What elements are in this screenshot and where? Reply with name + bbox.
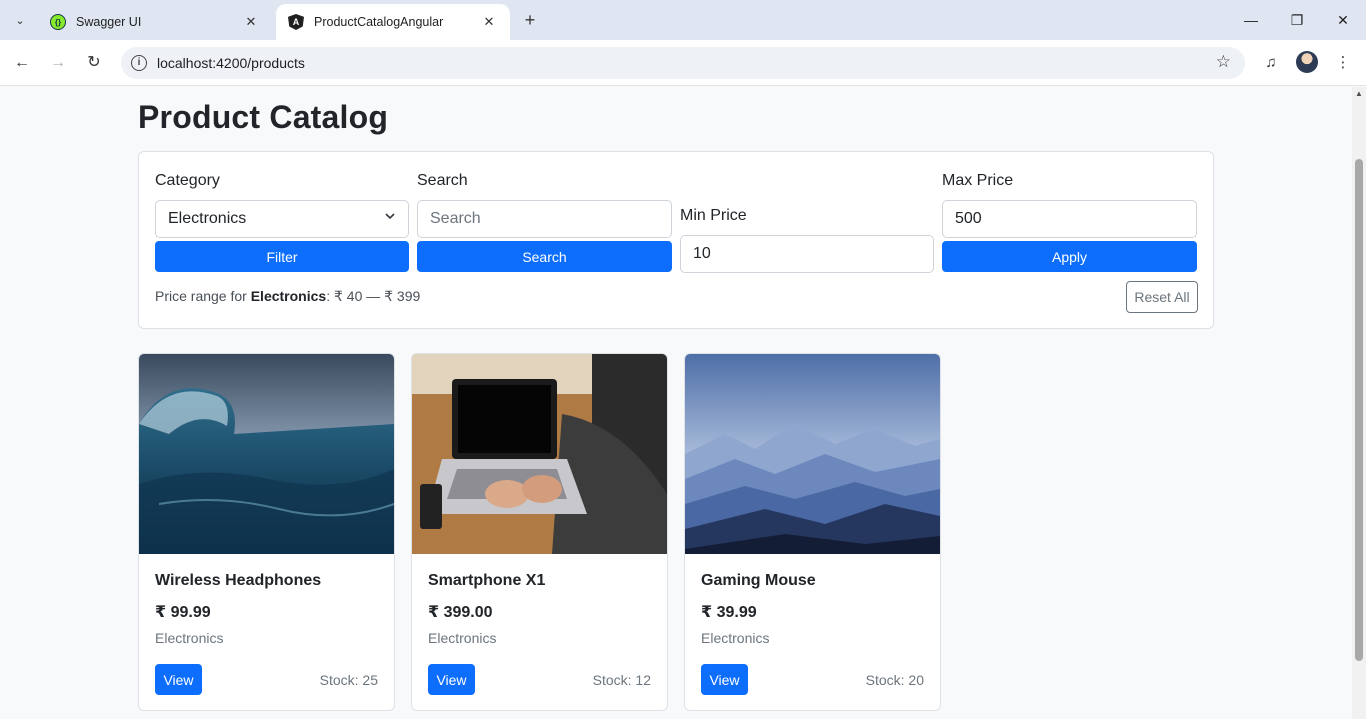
min-price-input[interactable]: 10 (680, 235, 934, 273)
max-price-input[interactable]: 500 (942, 200, 1197, 238)
misty-mountains-image (685, 354, 940, 554)
tab-title: ProductCatalogAngular (314, 15, 444, 29)
category-label: Category (155, 172, 220, 189)
search-label: Search (417, 172, 468, 189)
forward-icon[interactable]: → (46, 51, 70, 75)
product-name: Gaming Mouse (701, 572, 816, 589)
product-name: Smartphone X1 (428, 572, 546, 589)
scroll-up-arrow-icon[interactable]: ▲ (1355, 89, 1363, 98)
minimize-icon[interactable]: — (1239, 8, 1263, 32)
page-viewport: Product Catalog Category Electronics Fil… (0, 87, 1352, 719)
tab-search-chevron-icon[interactable]: ⌄ (8, 8, 32, 32)
restore-icon[interactable]: ❐ (1285, 8, 1309, 32)
more-menu-icon[interactable]: ⋮ (1331, 51, 1355, 75)
browser-toolbar: ← → ↻ i localhost:4200/products ☆ ♫ ⋮ (0, 40, 1366, 86)
profile-avatar[interactable] (1296, 51, 1318, 73)
new-tab-icon[interactable]: + (520, 10, 540, 30)
filter-button[interactable]: Filter (155, 241, 409, 272)
reset-all-button[interactable]: Reset All (1126, 281, 1198, 313)
url-text[interactable]: localhost:4200/products (157, 55, 305, 71)
vertical-scrollbar[interactable]: ▲ (1352, 87, 1366, 719)
reload-icon[interactable]: ↻ (82, 51, 106, 75)
product-price: ₹ 99.99 (155, 604, 211, 621)
price-range-values: : ₹ 40 — ₹ 399 (326, 288, 421, 304)
min-price-label: Min Price (680, 207, 747, 224)
product-stock: Stock: 25 (319, 672, 378, 688)
product-stock: Stock: 12 (592, 672, 651, 688)
close-icon[interactable]: ✕ (480, 14, 498, 30)
search-button[interactable]: Search (417, 241, 672, 272)
product-name: Wireless Headphones (155, 572, 322, 589)
apply-button[interactable]: Apply (942, 241, 1197, 272)
close-window-icon[interactable]: ✕ (1331, 8, 1355, 32)
product-stock: Stock: 20 (865, 672, 924, 688)
product-price: ₹ 39.99 (701, 604, 757, 621)
media-controls-icon[interactable]: ♫ (1259, 51, 1283, 75)
tab-title: Swagger UI (76, 15, 142, 29)
product-card: Wireless Headphones ₹ 99.99 Electronics … (138, 353, 395, 711)
max-price-label: Max Price (942, 172, 1014, 189)
angular-icon: A (288, 14, 304, 30)
site-info-icon[interactable]: i (131, 55, 147, 71)
back-icon[interactable]: ← (10, 51, 34, 75)
category-selected-value: Electronics (168, 210, 247, 227)
price-range-text: Price range for Electronics: ₹ 40 — ₹ 39… (155, 288, 420, 305)
search-input[interactable]: Search (417, 200, 672, 238)
page-title: Product Catalog (138, 99, 389, 135)
product-card: Gaming Mouse ₹ 39.99 Electronics View St… (684, 353, 941, 711)
view-button[interactable]: View (701, 664, 748, 695)
product-category: Electronics (428, 630, 497, 646)
bookmark-star-icon[interactable]: ☆ (1216, 52, 1231, 72)
swagger-icon: {} (50, 14, 66, 30)
product-category: Electronics (155, 630, 224, 646)
price-range-prefix: Price range for (155, 288, 251, 304)
laptop-on-desk-image (412, 354, 667, 554)
scrollbar-thumb[interactable] (1355, 159, 1363, 661)
close-icon[interactable]: ✕ (242, 14, 260, 30)
address-bar[interactable]: i localhost:4200/products ☆ (121, 47, 1245, 79)
view-button[interactable]: View (155, 664, 202, 695)
product-category: Electronics (701, 630, 770, 646)
price-range-category: Electronics (250, 288, 327, 304)
product-card: Smartphone X1 ₹ 399.00 Electronics View … (411, 353, 668, 711)
category-select[interactable]: Electronics (155, 200, 409, 238)
tab-strip: ⌄ {} Swagger UI ✕ A ProductCatalogAngula… (0, 0, 1366, 40)
view-button[interactable]: View (428, 664, 475, 695)
chevron-down-icon (385, 213, 395, 220)
product-price: ₹ 399.00 (428, 604, 493, 621)
ocean-wave-image (139, 354, 394, 554)
tab-swagger-ui[interactable]: {} Swagger UI ✕ (38, 4, 272, 40)
filter-panel: Category Electronics Filter Search Searc… (138, 151, 1214, 329)
tab-product-catalog[interactable]: A ProductCatalogAngular ✕ (276, 4, 510, 40)
